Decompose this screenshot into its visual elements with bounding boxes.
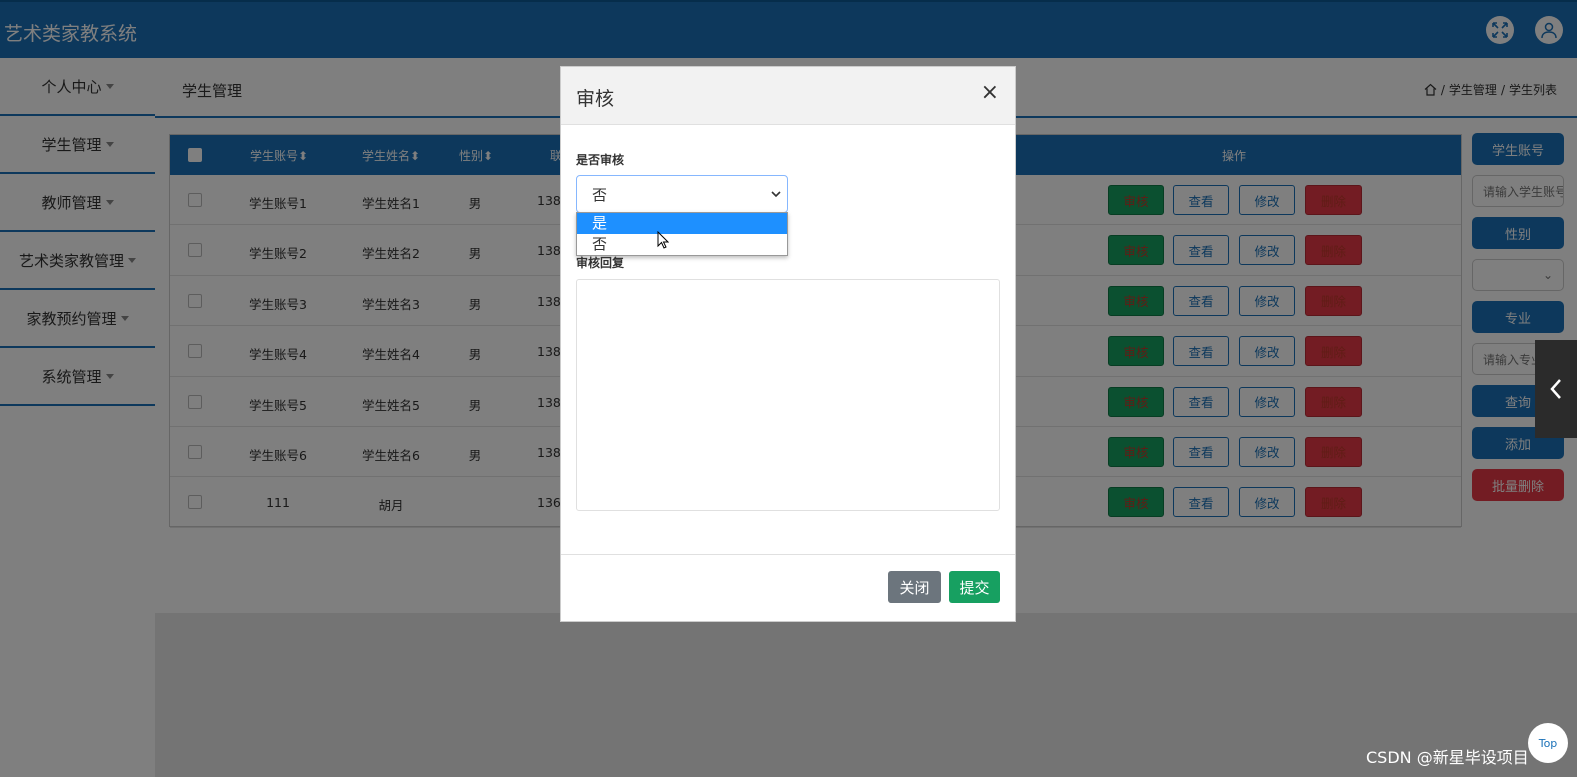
option-no[interactable]: 否 — [577, 234, 787, 255]
chevron-left-icon — [1550, 379, 1561, 399]
chevron-down-icon — [771, 191, 781, 198]
side-collapse-tab[interactable] — [1535, 340, 1577, 438]
back-to-top-button[interactable]: Top — [1528, 723, 1568, 763]
select-value: 否 — [592, 185, 608, 204]
watermark: CSDN @新星毕设项目 — [1366, 748, 1529, 767]
audit-modal: 审核 × 是否审核 否 是 否 审核回复 关闭 提交 — [560, 66, 1016, 622]
close-button[interactable]: 关闭 — [888, 571, 941, 603]
audit-reply-textarea[interactable] — [576, 279, 1000, 511]
modal-footer: 关闭 提交 — [561, 554, 1015, 622]
audit-status-select[interactable]: 否 — [576, 175, 788, 213]
audit-reply-label: 审核回复 — [576, 256, 625, 270]
audit-status-label: 是否审核 — [576, 153, 625, 167]
audit-status-dropdown: 是 否 — [576, 212, 788, 256]
option-yes[interactable]: 是 — [577, 213, 787, 234]
modal-header: 审核 × — [561, 67, 1015, 125]
modal-title: 审核 — [576, 88, 615, 110]
submit-button[interactable]: 提交 — [949, 571, 1000, 603]
mouse-cursor-icon — [657, 231, 669, 249]
close-icon[interactable]: × — [981, 82, 999, 104]
